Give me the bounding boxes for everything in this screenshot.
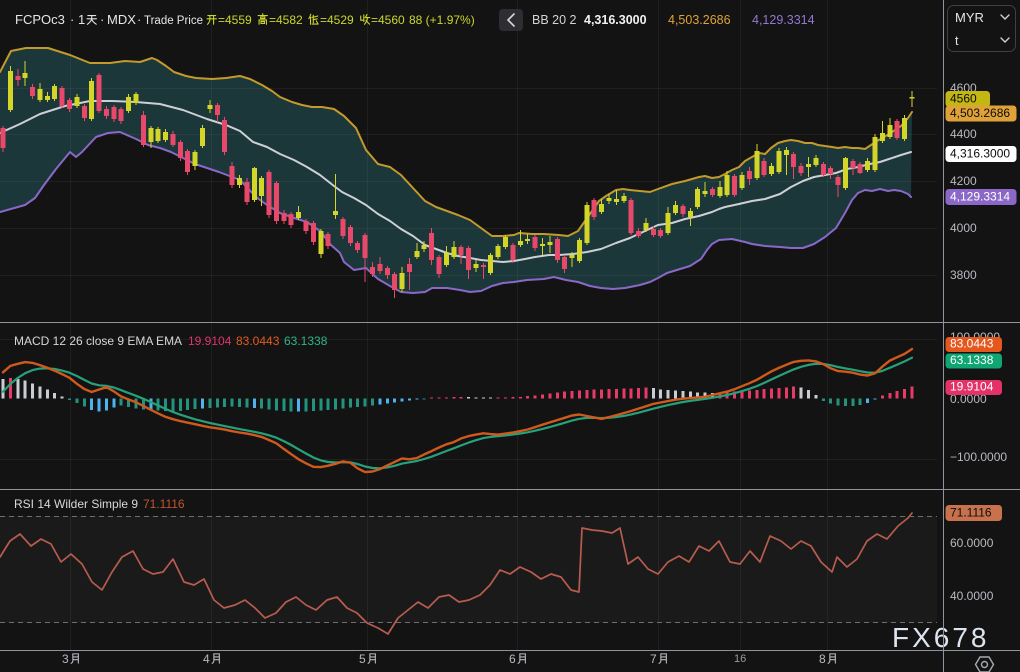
svg-text:63.1338: 63.1338 xyxy=(950,353,994,367)
svg-text:t: t xyxy=(955,34,959,48)
svg-text:·: · xyxy=(70,12,74,27)
svg-text:16: 16 xyxy=(734,653,746,665)
svg-text:4560: 4560 xyxy=(950,92,977,106)
svg-text:7: 7 xyxy=(650,652,657,666)
svg-text:4200: 4200 xyxy=(950,174,977,188)
svg-text:1: 1 xyxy=(78,12,85,27)
svg-text:4,316.3000: 4,316.3000 xyxy=(950,147,1010,161)
svg-text:MDX: MDX xyxy=(107,12,136,27)
svg-text:4400: 4400 xyxy=(950,127,977,141)
svg-text:=4582: =4582 xyxy=(269,13,303,27)
svg-text:MACD 12 26 close 9 EMA EMA: MACD 12 26 close 9 EMA EMA xyxy=(14,334,182,348)
svg-text:60.0000: 60.0000 xyxy=(950,536,994,550)
svg-text:19.9104: 19.9104 xyxy=(950,380,994,394)
svg-text:=4559: =4559 xyxy=(218,13,252,27)
svg-text:63.1338: 63.1338 xyxy=(284,334,328,348)
svg-text:FCPOc3: FCPOc3 xyxy=(15,12,65,27)
svg-text:8: 8 xyxy=(819,652,826,666)
svg-text:71.1116: 71.1116 xyxy=(950,506,992,520)
svg-text:83.0443: 83.0443 xyxy=(950,337,994,351)
svg-text:3800: 3800 xyxy=(950,268,977,282)
svg-text:4,503.2686: 4,503.2686 xyxy=(668,13,731,27)
svg-text:=4529: =4529 xyxy=(320,13,354,27)
svg-text:FX678: FX678 xyxy=(892,622,990,653)
svg-text:3: 3 xyxy=(62,652,69,666)
svg-text:=4560: =4560 xyxy=(371,13,405,27)
svg-text:BB 20 2: BB 20 2 xyxy=(532,13,577,27)
svg-text:83.0443: 83.0443 xyxy=(236,334,280,348)
svg-text:4,503.2686: 4,503.2686 xyxy=(950,106,1010,120)
svg-text:4,316.3000: 4,316.3000 xyxy=(584,13,647,27)
svg-text:4000: 4000 xyxy=(950,221,977,235)
svg-text:6: 6 xyxy=(509,652,516,666)
svg-text:88 (+1.97%): 88 (+1.97%) xyxy=(409,13,475,27)
svg-text:−100.0000: −100.0000 xyxy=(950,450,1007,464)
svg-text:MYR: MYR xyxy=(955,10,984,25)
svg-text:71.1116: 71.1116 xyxy=(143,497,185,511)
svg-text:Trade Price: Trade Price xyxy=(144,15,203,27)
svg-text:4: 4 xyxy=(203,652,210,666)
svg-text:4,129.3314: 4,129.3314 xyxy=(950,190,1010,204)
svg-text:·: · xyxy=(137,12,141,27)
svg-text:5: 5 xyxy=(359,652,366,666)
svg-text:19.9104: 19.9104 xyxy=(188,334,232,348)
svg-text:·: · xyxy=(100,12,104,27)
svg-text:4,129.3314: 4,129.3314 xyxy=(752,13,815,27)
svg-text:RSI 14 Wilder Simple 9: RSI 14 Wilder Simple 9 xyxy=(14,497,138,511)
svg-text:40.0000: 40.0000 xyxy=(950,589,994,603)
